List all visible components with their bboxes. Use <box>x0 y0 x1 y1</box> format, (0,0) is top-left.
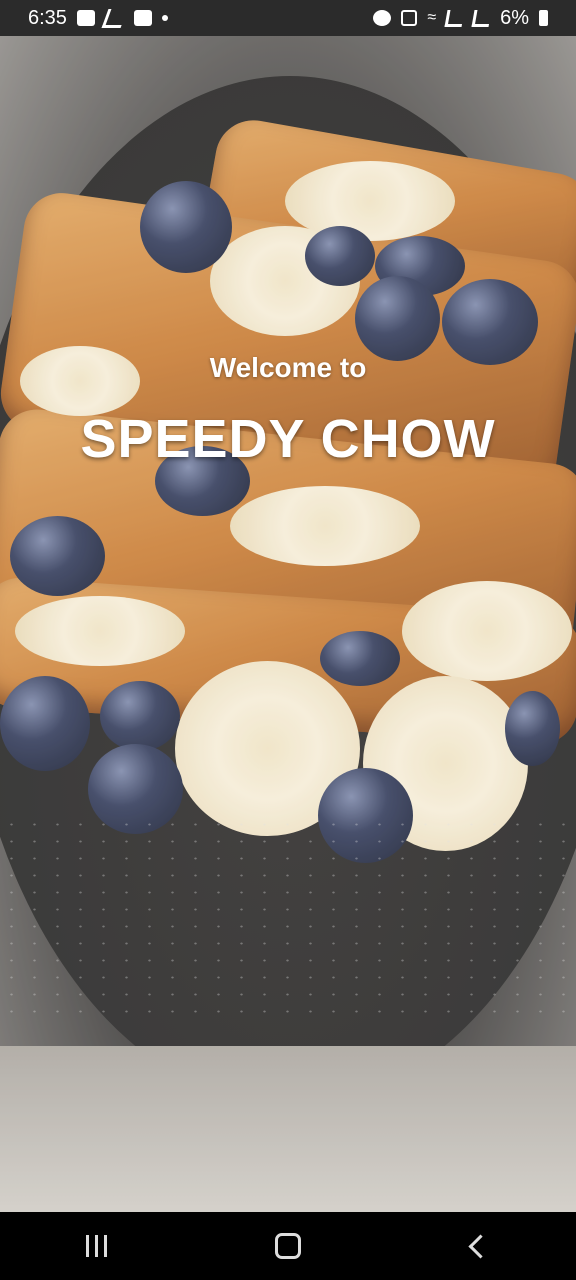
battery-level: 6% <box>500 6 529 29</box>
missed-call-icon <box>101 8 128 28</box>
home-button[interactable] <box>258 1221 318 1271</box>
welcome-text: Welcome to <box>209 352 367 383</box>
clock: 6:35 <box>28 6 67 29</box>
image-overlay <box>0 36 576 1212</box>
alarm-icon <box>373 10 392 26</box>
notification-dot-icon <box>161 15 168 21</box>
message-icon <box>133 10 152 26</box>
wifi-icon: ≈ <box>427 9 437 26</box>
recents-button[interactable] <box>66 1221 126 1271</box>
gallery-icon <box>76 10 95 26</box>
app-name: SPEEDY CHOW <box>80 409 496 469</box>
recents-icon <box>85 1235 107 1257</box>
signal-icon <box>471 9 492 27</box>
navigation-bar <box>0 1212 576 1280</box>
status-right: ≈ 6% <box>373 7 548 30</box>
signal-icon <box>444 9 465 27</box>
back-button[interactable] <box>450 1221 510 1271</box>
status-left: 6:35 <box>28 7 168 30</box>
home-icon <box>275 1233 301 1259</box>
background-food-image <box>0 36 576 1212</box>
mute-icon <box>401 10 418 26</box>
status-bar: 6:35 ≈ 6% <box>0 0 576 36</box>
back-icon <box>467 1233 493 1259</box>
battery-icon <box>539 10 548 26</box>
